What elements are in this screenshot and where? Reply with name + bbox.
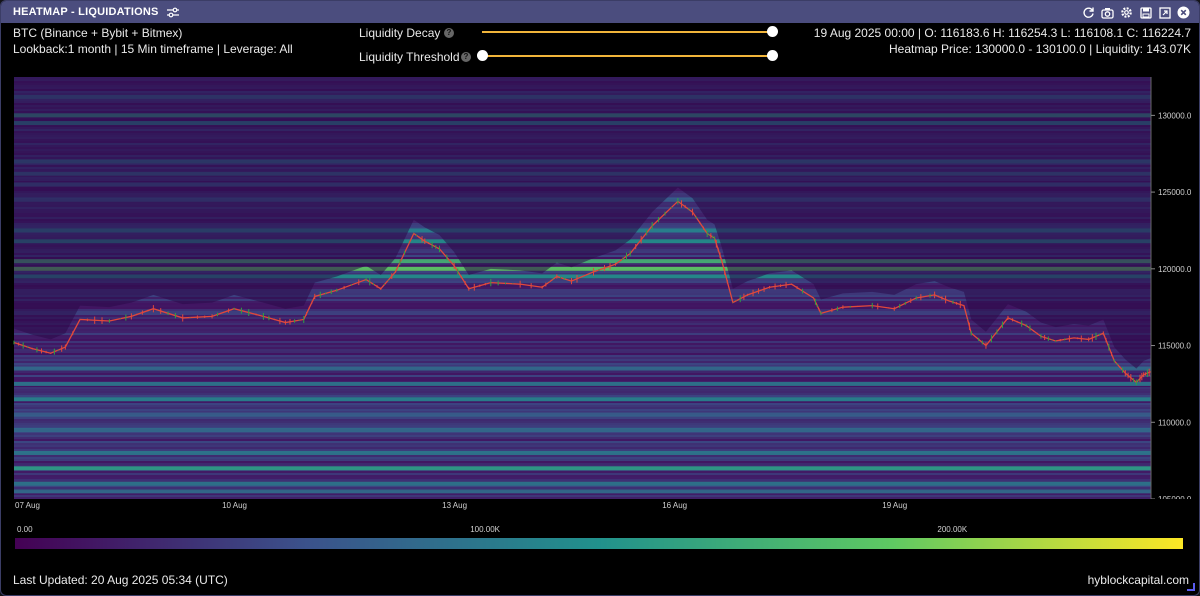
heatmap-row bbox=[14, 495, 1151, 497]
heatmap-row bbox=[14, 419, 1151, 421]
heatmap-row bbox=[14, 357, 1151, 359]
heatmap-row bbox=[14, 423, 1151, 425]
heatmap-row bbox=[14, 347, 1151, 349]
heatmap-row bbox=[14, 403, 1151, 405]
heatmap-row bbox=[14, 377, 1151, 379]
heatmap-row bbox=[14, 455, 1151, 457]
heatmap-row bbox=[14, 449, 1151, 451]
heatmap-row bbox=[14, 401, 1151, 403]
liquidity-band bbox=[14, 450, 1151, 455]
colorbar-tick-label: 100.00K bbox=[470, 525, 500, 534]
heatmap-row bbox=[14, 475, 1151, 477]
colorbar-tick-label: 200.00K bbox=[937, 525, 968, 534]
heatmap-row bbox=[14, 355, 1151, 357]
heatmap-row bbox=[14, 331, 1151, 333]
heatmap-row bbox=[14, 395, 1151, 397]
heatmap-row bbox=[14, 393, 1151, 395]
colorbar-tick-label: 0.00 bbox=[17, 525, 33, 534]
heatmap-row bbox=[14, 391, 1151, 393]
heatmap-row bbox=[14, 417, 1151, 419]
heatmap-row bbox=[14, 407, 1151, 409]
liquidity-band bbox=[14, 481, 1151, 486]
heatmap-row bbox=[14, 439, 1151, 441]
heatmap-row bbox=[14, 421, 1151, 423]
heatmap-row bbox=[14, 345, 1151, 347]
heatmap-row bbox=[14, 327, 1151, 329]
heatmap-row bbox=[14, 443, 1151, 445]
liquidity-band bbox=[14, 381, 1151, 386]
heatmap-row bbox=[14, 497, 1151, 499]
heatmap-row bbox=[14, 435, 1151, 437]
x-axis-panel bbox=[1, 499, 1199, 515]
heatmap-row bbox=[14, 459, 1151, 461]
heatmap-row bbox=[14, 351, 1151, 353]
heatmap-row bbox=[14, 371, 1151, 373]
heatmap-row bbox=[14, 477, 1151, 479]
heatmap-row bbox=[14, 425, 1151, 427]
heatmap-row bbox=[14, 461, 1151, 463]
x-tick-label: 07 Aug bbox=[15, 501, 40, 510]
heatmap-row bbox=[14, 487, 1151, 489]
heatmap-window: HEATMAP - LIQUIDATIONS BTC (Binance + By… bbox=[0, 0, 1200, 596]
heatmap-row bbox=[14, 359, 1151, 361]
heatmap-row bbox=[14, 373, 1151, 375]
heatmap-row bbox=[14, 471, 1151, 473]
liquidity-band bbox=[14, 397, 1151, 402]
liquidity-colorbar bbox=[15, 538, 1183, 549]
y-tick-label: 115000.0 bbox=[1158, 342, 1191, 351]
heatmap-row bbox=[14, 387, 1151, 389]
y-axis-panel bbox=[1151, 73, 1199, 515]
liquidation-heatmap-chart[interactable]: 130000.0 125000.0 120000.0 115000.0 110000.0… bbox=[1, 1, 1199, 521]
heatmap-row bbox=[14, 405, 1151, 407]
heatmap-row bbox=[14, 349, 1151, 351]
heatmap-row bbox=[14, 433, 1151, 435]
liquidity-band bbox=[14, 412, 1151, 417]
heatmap-row bbox=[14, 379, 1151, 381]
brand-link[interactable]: hyblockcapital.com bbox=[1088, 573, 1189, 587]
heatmap-row bbox=[14, 473, 1151, 475]
heatmap-row bbox=[14, 343, 1151, 345]
x-tick-label: 10 Aug bbox=[222, 501, 247, 510]
heatmap-row bbox=[14, 335, 1151, 337]
heatmap-row bbox=[14, 463, 1151, 465]
liquidity-band bbox=[14, 366, 1151, 371]
liquidity-band bbox=[14, 466, 1151, 471]
heatmap-row bbox=[14, 329, 1151, 331]
heatmap-row bbox=[14, 333, 1151, 335]
liquidity-band bbox=[14, 427, 1151, 432]
y-tick-label: 130000.0 bbox=[1158, 111, 1192, 120]
heatmap-row bbox=[14, 447, 1151, 449]
heatmap-row bbox=[14, 457, 1151, 459]
last-updated-text: Last Updated: 20 Aug 2025 05:34 (UTC) bbox=[13, 573, 228, 587]
heatmap-row bbox=[14, 361, 1151, 363]
x-tick-label: 13 Aug bbox=[442, 501, 467, 510]
heatmap-row bbox=[14, 437, 1151, 439]
heatmap-row bbox=[14, 445, 1151, 447]
x-tick-label: 16 Aug bbox=[662, 501, 687, 510]
y-tick-label: 125000.0 bbox=[1158, 188, 1192, 197]
heatmap-row bbox=[14, 353, 1151, 355]
heatmap-row bbox=[14, 363, 1151, 365]
heatmap-row bbox=[14, 337, 1151, 339]
heatmap-row bbox=[14, 389, 1151, 391]
heatmap-row bbox=[14, 409, 1151, 411]
heatmap-row bbox=[14, 441, 1151, 443]
heatmap-row bbox=[14, 479, 1151, 481]
x-tick-label: 19 Aug bbox=[882, 501, 907, 510]
y-tick-label: 110000.0 bbox=[1158, 418, 1191, 427]
y-tick-label: 120000.0 bbox=[1158, 265, 1192, 274]
liquidity-band bbox=[14, 489, 1151, 494]
heatmap-row bbox=[14, 375, 1151, 377]
resize-handle[interactable] bbox=[1187, 583, 1195, 591]
